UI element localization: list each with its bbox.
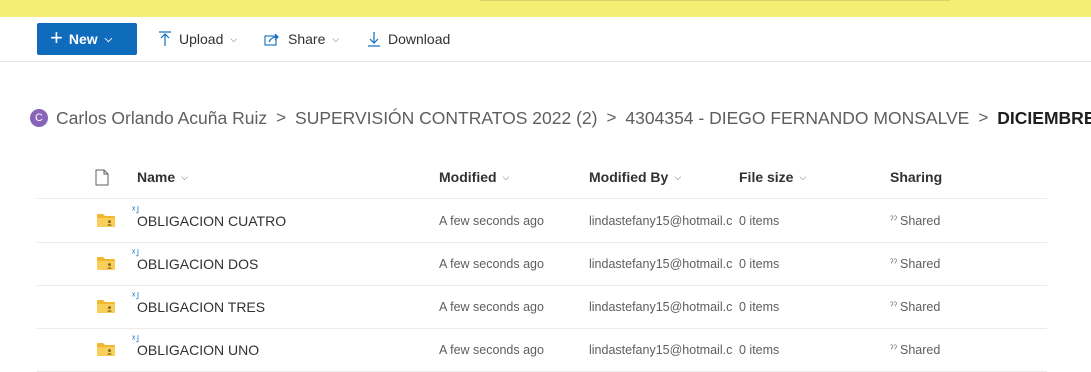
chevron-down-icon: ⌵ xyxy=(230,33,238,44)
column-header-modified-by-label: Modified By xyxy=(589,169,669,185)
people-icon: ˀˀ xyxy=(890,258,897,269)
upload-arrow-icon xyxy=(159,31,171,46)
column-header-file-size[interactable]: File size ⌵ xyxy=(739,156,806,198)
modified-cell: A few seconds ago xyxy=(439,256,544,271)
sharing-cell: ˀˀ Shared xyxy=(890,242,1030,285)
folder-name[interactable]: OBLIGACION CUATRO xyxy=(137,199,417,242)
column-header-modified-label: Modified xyxy=(439,169,497,185)
sharing-cell: ˀˀ Shared xyxy=(890,328,1030,371)
breadcrumb-item[interactable]: SUPERVISIÓN CONTRATOS 2022 (2) xyxy=(295,108,597,129)
column-header-sharing[interactable]: Sharing xyxy=(890,156,942,198)
sharing-cell: ˀˀ Shared xyxy=(890,199,1030,242)
table-row[interactable]: ˣ˩ OBLIGACION UNO A few seconds ago lindast… xyxy=(37,328,1047,372)
file-size-cell: 0 items xyxy=(739,213,780,228)
shared-folder-icon xyxy=(97,343,115,356)
sharing-label: Shared xyxy=(899,256,941,271)
upload-label: Upload xyxy=(179,31,224,47)
notification-banner xyxy=(0,0,1091,17)
new-button-label: New xyxy=(68,31,98,47)
shared-folder-icon xyxy=(97,214,115,227)
breadcrumb-separator: > xyxy=(606,108,617,127)
table-row[interactable]: ˣ˩ OBLIGACION CUATRO A few seconds ago lind… xyxy=(37,199,1047,243)
list-header: Name ⌵ Modified ⌵ Modified By ⌵ File siz… xyxy=(37,156,1047,199)
download-arrow-icon xyxy=(368,32,380,47)
shared-folder-icon xyxy=(97,300,115,313)
command-bar: + New ⌵ Upload ⌵ Share ⌵ Download xyxy=(0,17,1091,62)
file-size-cell: 0 items xyxy=(739,299,780,314)
breadcrumb: C Carlos Orlando Acuña Ruiz > SUPERVISIÓ… xyxy=(30,106,1091,130)
modified-cell: A few seconds ago xyxy=(439,299,544,314)
file-icon xyxy=(95,169,109,185)
people-icon: ˀˀ xyxy=(890,344,897,355)
file-type-header[interactable] xyxy=(95,156,109,198)
table-row[interactable]: ˣ˩ OBLIGACION DOS A few seconds ago lindast… xyxy=(37,242,1047,286)
column-header-modified[interactable]: Modified ⌵ xyxy=(439,156,509,198)
breadcrumb-item[interactable]: 4304354 - DIEGO FERNANDO MONSALVE xyxy=(625,108,969,129)
sharing-label: Shared xyxy=(899,299,941,314)
breadcrumb-item[interactable]: Carlos Orlando Acuña Ruiz xyxy=(56,108,267,129)
sharing-label: Shared xyxy=(899,342,941,357)
folder-name[interactable]: OBLIGACION TRES xyxy=(137,285,417,328)
modified-by-cell: lindastefany15@hotmail.com xyxy=(589,213,732,228)
modified-by-cell: lindastefany15@hotmail.com xyxy=(589,299,732,314)
share-button[interactable]: Share ⌵ xyxy=(264,23,339,55)
file-size-cell: 0 items xyxy=(739,256,780,271)
share-label: Share xyxy=(288,31,326,47)
people-icon: ˀˀ xyxy=(890,301,897,312)
folder-name[interactable]: OBLIGACION DOS xyxy=(137,242,417,285)
column-header-modified-by[interactable]: Modified By ⌵ xyxy=(589,156,681,198)
shared-folder-icon xyxy=(97,257,115,270)
modified-by-cell: lindastefany15@hotmail.com xyxy=(589,342,732,357)
new-button[interactable]: + New ⌵ xyxy=(37,23,137,55)
site-avatar: C xyxy=(30,109,48,127)
column-header-name[interactable]: Name ⌵ xyxy=(137,156,188,198)
sharing-cell: ˀˀ Shared xyxy=(890,285,1030,328)
modified-cell: A few seconds ago xyxy=(439,342,544,357)
chevron-down-icon: ⌵ xyxy=(502,171,510,182)
breadcrumb-current: DICIEMBRE xyxy=(997,107,1091,128)
share-icon xyxy=(264,33,279,46)
column-header-name-label: Name xyxy=(137,169,176,185)
upload-button[interactable]: Upload ⌵ xyxy=(158,23,237,55)
chevron-down-icon: ⌵ xyxy=(181,171,188,182)
column-header-sharing-label: Sharing xyxy=(890,169,943,185)
column-header-file-size-label: File size xyxy=(739,169,794,185)
file-size-cell: 0 items xyxy=(739,342,780,357)
chevron-down-icon: ⌵ xyxy=(332,33,340,44)
download-label: Download xyxy=(388,31,451,47)
breadcrumb-separator: > xyxy=(276,108,287,127)
folder-name[interactable]: OBLIGACION UNO xyxy=(137,328,417,371)
people-icon: ˀˀ xyxy=(890,215,897,226)
table-row[interactable]: ˣ˩ OBLIGACION TRES A few seconds ago lindas… xyxy=(37,285,1047,329)
chevron-down-icon: ⌵ xyxy=(104,33,113,45)
sharing-label: Shared xyxy=(899,213,941,228)
download-button[interactable]: Download xyxy=(367,23,450,55)
chevron-down-icon: ⌵ xyxy=(674,171,682,182)
modified-by-cell: lindastefany15@hotmail.com xyxy=(589,256,732,271)
plus-icon: + xyxy=(50,25,63,50)
breadcrumb-separator: > xyxy=(978,108,989,127)
chevron-down-icon: ⌵ xyxy=(799,171,807,182)
modified-cell: A few seconds ago xyxy=(439,213,544,228)
